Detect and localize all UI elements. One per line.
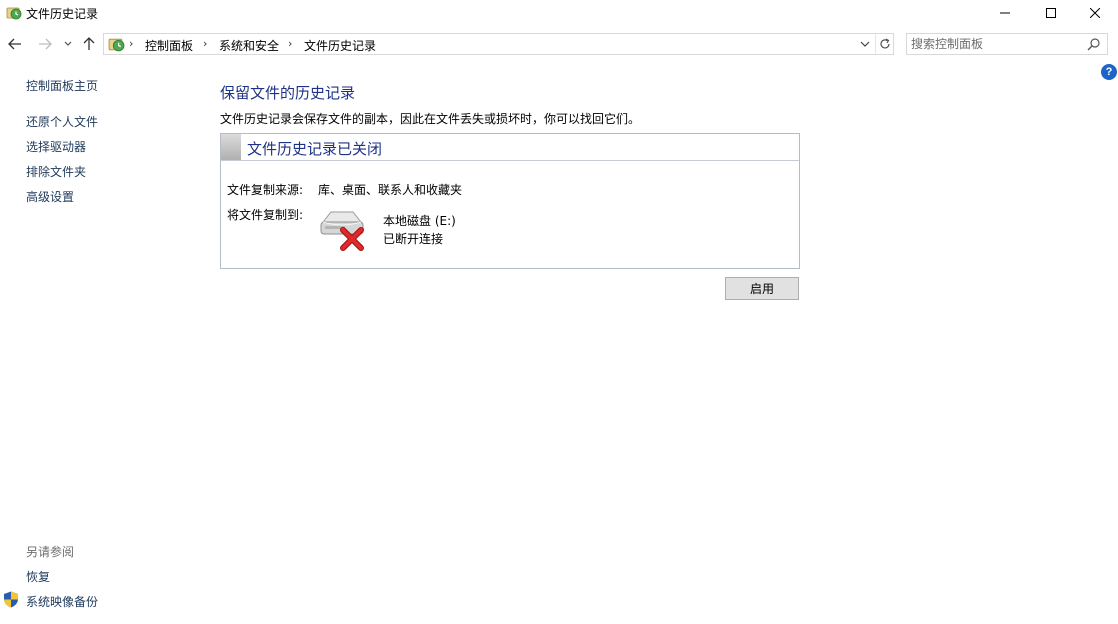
chevron-down-icon bbox=[64, 41, 72, 46]
drive-status: 已断开连接 bbox=[383, 232, 444, 246]
enable-button[interactable]: 启用 bbox=[725, 277, 799, 300]
breadcrumb-system-security[interactable]: 系统和安全 bbox=[219, 37, 279, 54]
search-icon[interactable] bbox=[1087, 37, 1101, 51]
nav-restore-personal-files[interactable]: 还原个人文件 bbox=[26, 113, 98, 130]
copy-destination-label: 将文件复制到: bbox=[227, 208, 304, 222]
title-bar: 文件历史记录 bbox=[0, 0, 1118, 26]
maximize-icon bbox=[1046, 8, 1056, 18]
back-button[interactable] bbox=[6, 35, 24, 53]
forward-button[interactable] bbox=[36, 35, 54, 53]
nav-control-panel-home[interactable]: 控制面板主页 bbox=[26, 77, 98, 94]
status-panel-header: 文件历史记录已关闭 bbox=[221, 134, 799, 161]
arrow-right-icon bbox=[39, 38, 52, 50]
recent-locations-button[interactable] bbox=[61, 35, 75, 53]
help-icon[interactable]: ? bbox=[1101, 64, 1117, 80]
copy-source-label: 文件复制来源: bbox=[227, 183, 304, 197]
navigation-bar: › 控制面板 › 系统和安全 › 文件历史记录 bbox=[0, 31, 1118, 57]
refresh-button[interactable] bbox=[875, 34, 893, 54]
maximize-button[interactable] bbox=[1028, 0, 1074, 26]
nav-exclude-folders[interactable]: 排除文件夹 bbox=[26, 163, 86, 180]
search-box[interactable] bbox=[906, 33, 1108, 55]
breadcrumb-separator-icon[interactable]: › bbox=[203, 37, 207, 50]
search-input[interactable] bbox=[911, 36, 1081, 52]
page-description: 文件历史记录会保存文件的副本，因此在文件丢失或损坏时，你可以找回它们。 bbox=[220, 112, 641, 126]
disconnected-drive-icon bbox=[320, 211, 364, 251]
page-title: 保留文件的历史记录 bbox=[220, 84, 356, 102]
arrow-left-icon bbox=[8, 38, 21, 50]
status-indicator-bar bbox=[221, 134, 241, 160]
arrow-up-icon bbox=[83, 37, 95, 50]
address-history-dropdown[interactable] bbox=[856, 34, 874, 54]
file-history-status-panel: 文件历史记录已关闭 文件复制来源: 库、桌面、联系人和收藏夹 将文件复制到: 本… bbox=[220, 133, 800, 269]
uac-shield-icon bbox=[4, 591, 18, 608]
drive-name: 本地磁盘 (E:) bbox=[383, 214, 456, 228]
file-history-icon bbox=[108, 38, 125, 52]
file-history-icon bbox=[6, 7, 22, 20]
refresh-icon bbox=[879, 38, 890, 49]
status-title: 文件历史记录已关闭 bbox=[247, 140, 383, 158]
breadcrumb-file-history[interactable]: 文件历史记录 bbox=[304, 37, 376, 54]
nav-recovery[interactable]: 恢复 bbox=[26, 568, 50, 585]
nav-advanced-settings[interactable]: 高级设置 bbox=[26, 188, 74, 205]
chevron-down-icon bbox=[860, 41, 870, 47]
nav-system-image-backup[interactable]: 系统映像备份 bbox=[26, 593, 98, 610]
address-bar[interactable]: › 控制面板 › 系统和安全 › 文件历史记录 bbox=[103, 33, 894, 55]
nav-select-drive[interactable]: 选择驱动器 bbox=[26, 138, 86, 155]
minimize-icon bbox=[1000, 12, 1010, 14]
close-button[interactable] bbox=[1072, 0, 1118, 26]
minimize-button[interactable] bbox=[982, 0, 1028, 26]
up-button[interactable] bbox=[80, 35, 98, 53]
copy-source-value: 库、桌面、联系人和收藏夹 bbox=[318, 183, 463, 197]
breadcrumb-separator-icon[interactable]: › bbox=[129, 37, 133, 50]
close-icon bbox=[1090, 8, 1100, 18]
breadcrumb-separator-icon[interactable]: › bbox=[288, 37, 292, 50]
see-also-heading: 另请参阅 bbox=[26, 545, 75, 559]
window-title: 文件历史记录 bbox=[26, 7, 99, 21]
breadcrumb-control-panel[interactable]: 控制面板 bbox=[145, 37, 193, 54]
